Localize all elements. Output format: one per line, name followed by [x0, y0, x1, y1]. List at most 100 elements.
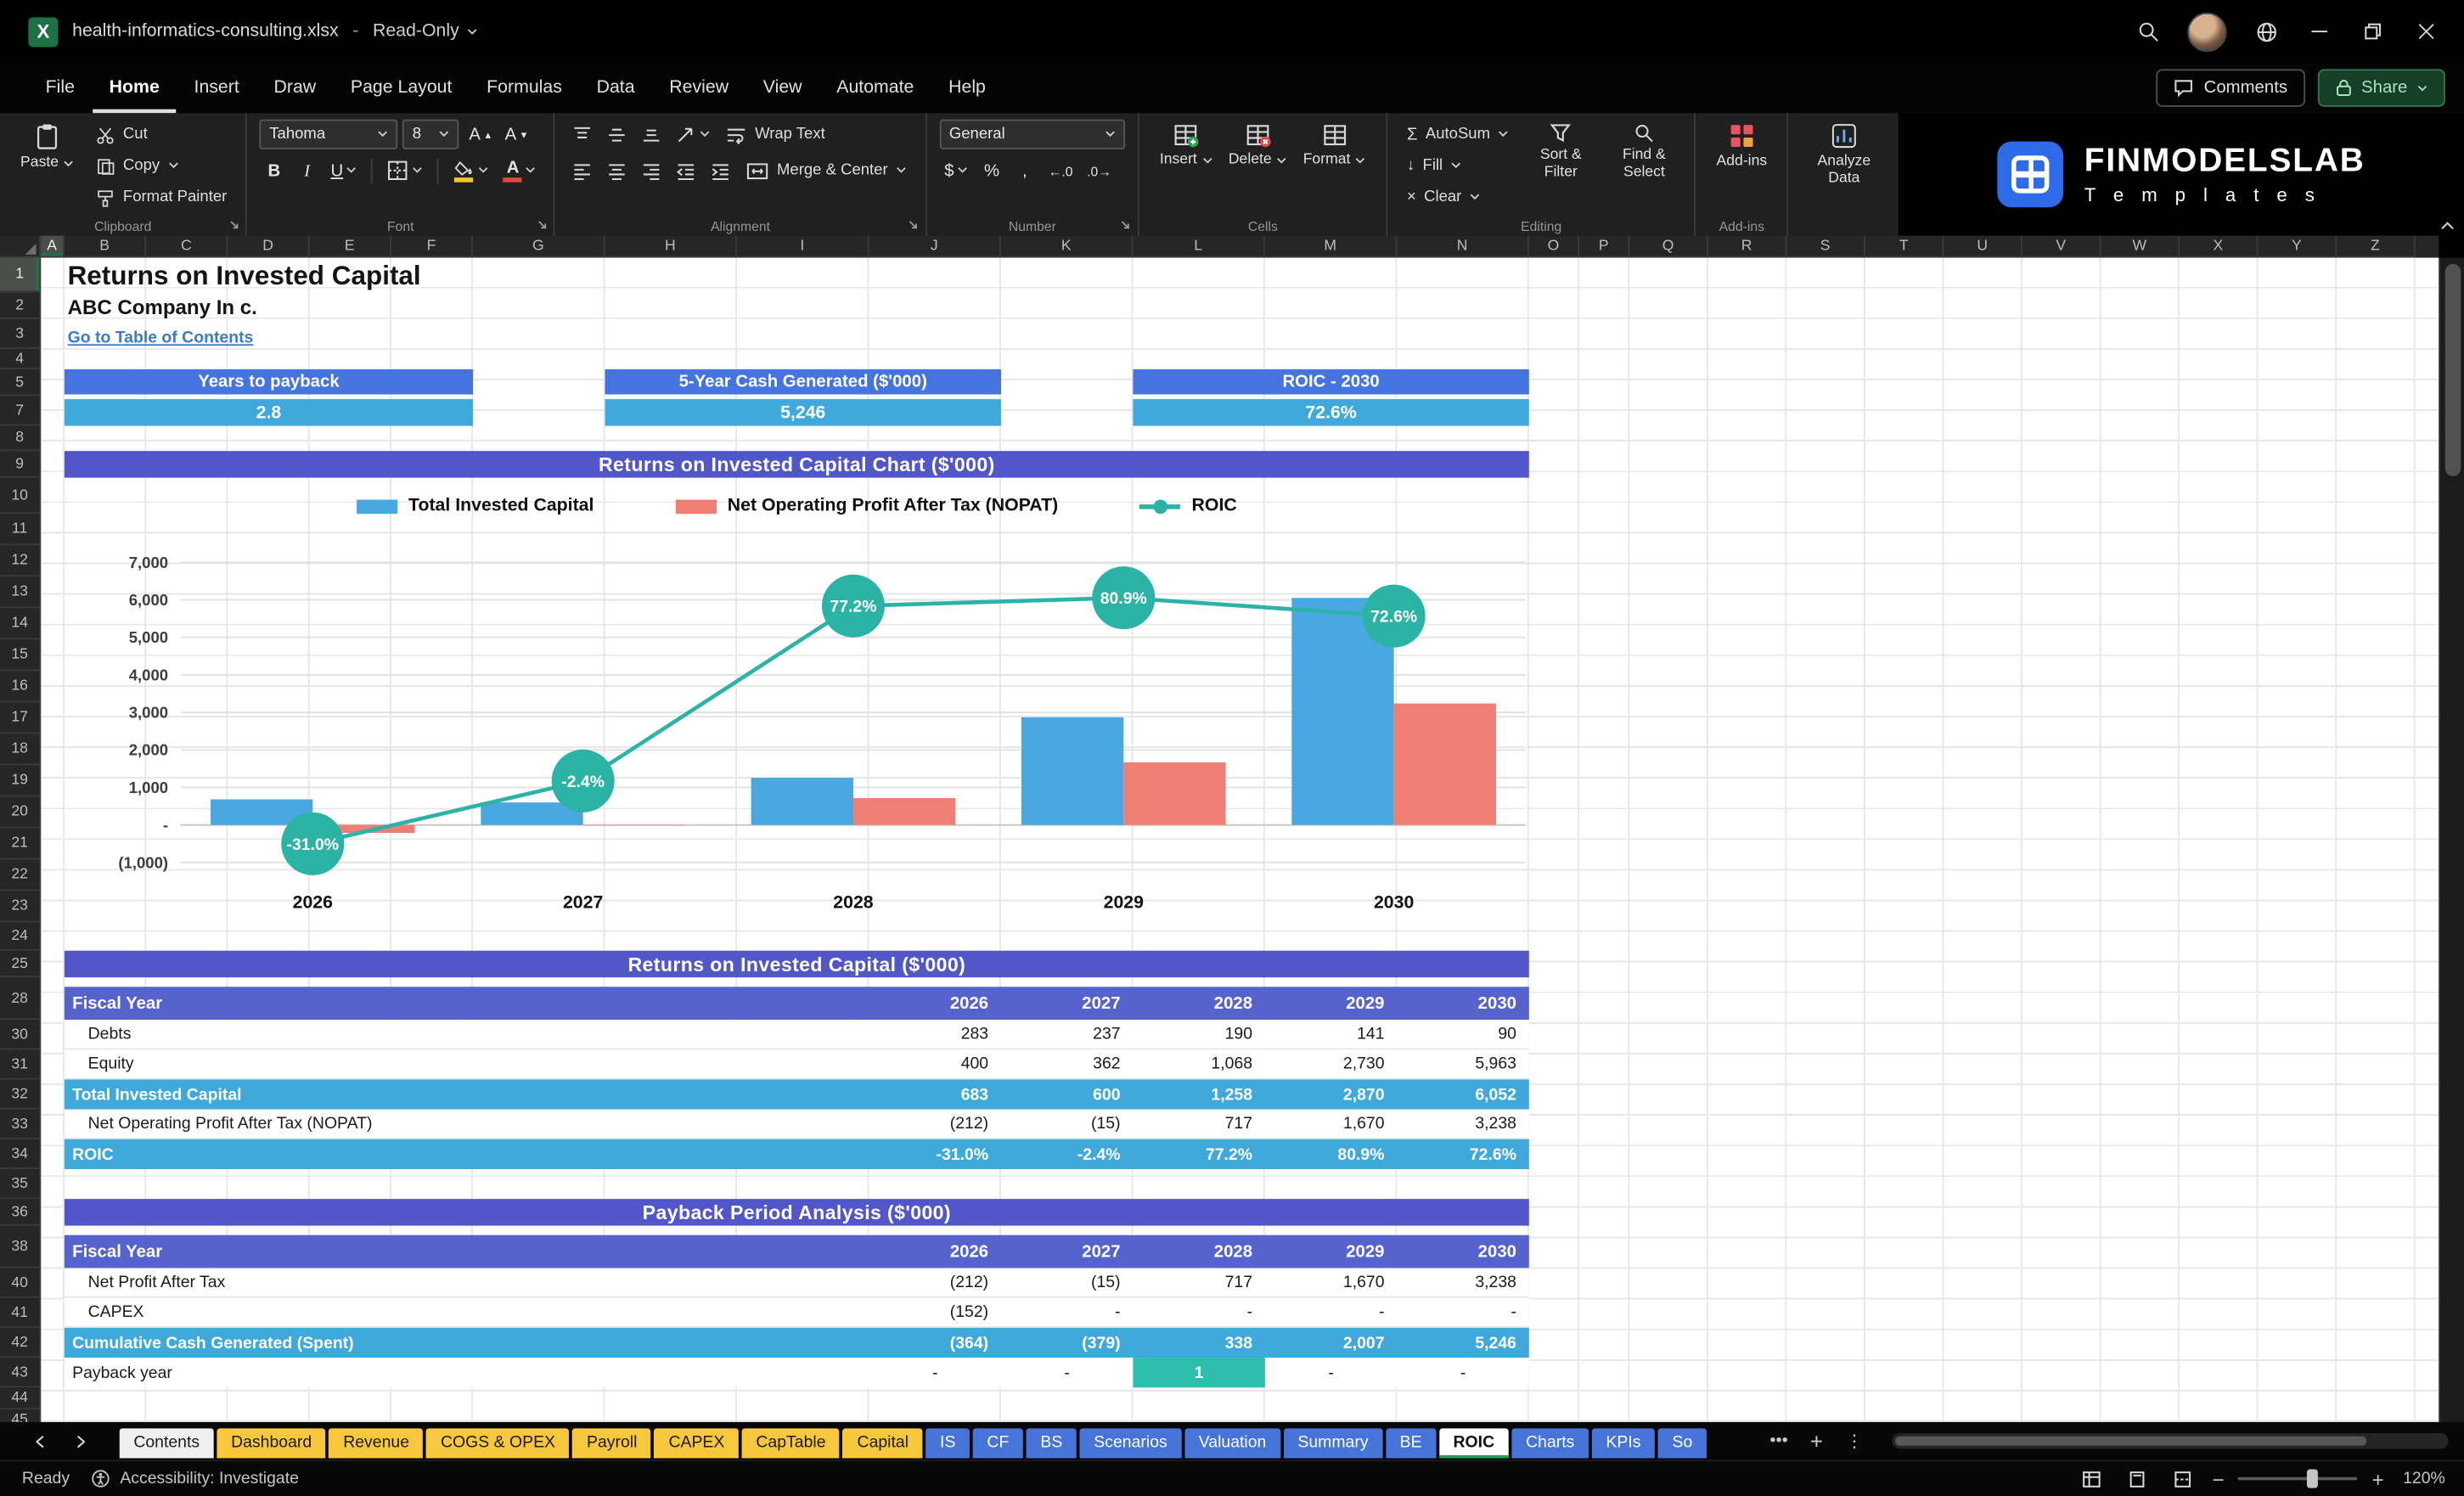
- row-header-7[interactable]: 7: [0, 396, 42, 426]
- sheet-tab-valuation[interactable]: Valuation: [1184, 1427, 1281, 1458]
- autosum-button[interactable]: Σ AutoSum: [1401, 120, 1516, 149]
- column-header-o[interactable]: O: [1528, 235, 1580, 258]
- sheet-tab-so[interactable]: So: [1657, 1427, 1707, 1458]
- sheet-tab-dashboard[interactable]: Dashboard: [217, 1427, 326, 1458]
- analyze-data-button[interactable]: Analyze Data: [1802, 120, 1887, 216]
- delete-cells-button[interactable]: Delete: [1221, 120, 1296, 216]
- currency-format-button[interactable]: $: [940, 155, 973, 185]
- italic-button[interactable]: I: [293, 155, 321, 185]
- align-right-button[interactable]: [637, 155, 667, 185]
- sheet-tab-capex[interactable]: CAPEX: [654, 1427, 740, 1458]
- search-button[interactable]: [2123, 8, 2173, 55]
- cut-button[interactable]: Cut: [90, 120, 233, 149]
- column-header-n[interactable]: N: [1397, 235, 1529, 258]
- font-dialog-launcher[interactable]: [533, 216, 550, 233]
- menu-tab-data[interactable]: Data: [579, 63, 652, 113]
- sheet-tab-cf[interactable]: CF: [972, 1427, 1023, 1458]
- close-button[interactable]: [2401, 8, 2451, 55]
- sheet-tab-cogs-opex[interactable]: COGS & OPEX: [426, 1427, 570, 1458]
- number-dialog-launcher[interactable]: [1117, 216, 1134, 233]
- zoom-slider[interactable]: [2238, 1469, 2358, 1489]
- zoom-level[interactable]: 120%: [2398, 1469, 2445, 1488]
- menu-tab-help[interactable]: Help: [931, 63, 1003, 113]
- row-header-14[interactable]: 14: [0, 608, 42, 640]
- row-header-36[interactable]: 36: [0, 1199, 42, 1226]
- row-header-28[interactable]: 28: [0, 977, 42, 1021]
- insert-cells-button[interactable]: Insert: [1152, 120, 1221, 216]
- row-header-43[interactable]: 43: [0, 1358, 42, 1388]
- page-layout-view-button[interactable]: [2121, 1463, 2152, 1494]
- sheet-tab-captable[interactable]: CapTable: [741, 1427, 841, 1458]
- row-header-15[interactable]: 15: [0, 639, 42, 672]
- fill-color-button[interactable]: [448, 155, 494, 185]
- sheet-tab-bs[interactable]: BS: [1026, 1427, 1077, 1458]
- restore-button[interactable]: [2348, 8, 2398, 55]
- row-header-38[interactable]: 38: [0, 1225, 42, 1268]
- vertical-scrollbar[interactable]: [2439, 257, 2464, 1422]
- column-header-a[interactable]: A: [41, 235, 65, 258]
- sheet-tab-roic[interactable]: ROIC: [1438, 1427, 1509, 1458]
- row-header-3[interactable]: 3: [0, 318, 42, 349]
- user-avatar[interactable]: [2187, 11, 2227, 52]
- row-header-2[interactable]: 2: [0, 292, 42, 319]
- normal-view-button[interactable]: [2076, 1463, 2107, 1494]
- column-header-e[interactable]: E: [309, 235, 391, 258]
- row-header-32[interactable]: 32: [0, 1079, 42, 1110]
- column-header-f[interactable]: F: [391, 235, 474, 258]
- menu-tab-draw[interactable]: Draw: [256, 63, 333, 113]
- align-bottom-button[interactable]: [637, 120, 667, 149]
- wrap-text-button[interactable]: Wrap Text: [720, 120, 831, 149]
- addins-button[interactable]: Add-ins: [1708, 120, 1775, 216]
- decrease-font-size-button[interactable]: A ▾: [500, 120, 532, 149]
- browser-mode-button[interactable]: [2241, 8, 2291, 55]
- sheet-tab-charts[interactable]: Charts: [1511, 1427, 1589, 1458]
- tabs-scroll-right-button[interactable]: [63, 1426, 98, 1457]
- column-header-h[interactable]: H: [605, 235, 738, 258]
- minimize-button[interactable]: [2294, 8, 2344, 55]
- menu-tab-automate[interactable]: Automate: [819, 63, 931, 113]
- clipboard-dialog-launcher[interactable]: [225, 216, 242, 233]
- column-header-q[interactable]: Q: [1629, 235, 1708, 258]
- row-header-5[interactable]: 5: [0, 368, 42, 396]
- decrease-decimal-button[interactable]: .0→: [1083, 155, 1117, 185]
- decrease-indent-button[interactable]: [672, 155, 701, 185]
- row-header-9[interactable]: 9: [0, 451, 42, 478]
- percent-format-button[interactable]: %: [977, 155, 1005, 185]
- row-header-25[interactable]: 25: [0, 950, 42, 978]
- sheet-tab-capital[interactable]: Capital: [842, 1427, 923, 1458]
- column-header-u[interactable]: U: [1944, 235, 2022, 258]
- share-button[interactable]: Share: [2317, 69, 2445, 107]
- comments-button[interactable]: Comments: [2157, 69, 2305, 107]
- tab-options-button[interactable]: ⋮: [1838, 1426, 1870, 1457]
- column-header-m[interactable]: M: [1264, 235, 1398, 258]
- row-header-33[interactable]: 33: [0, 1109, 42, 1139]
- read-only-dropdown[interactable]: Read-Only: [373, 22, 478, 41]
- column-header-j[interactable]: J: [869, 235, 1001, 258]
- increase-font-size-button[interactable]: A ▴: [464, 120, 496, 149]
- row-header-44[interactable]: 44: [0, 1387, 42, 1410]
- tabs-scroll-left-button[interactable]: [22, 1426, 57, 1457]
- sheet-tab-payroll[interactable]: Payroll: [572, 1427, 652, 1458]
- row-header-21[interactable]: 21: [0, 828, 42, 860]
- column-header-w[interactable]: W: [2101, 235, 2180, 258]
- accessibility-status[interactable]: Accessibility: Investigate: [92, 1469, 299, 1488]
- zoom-slider-thumb[interactable]: [2307, 1469, 2319, 1489]
- sheet-tab-revenue[interactable]: Revenue: [329, 1427, 424, 1458]
- align-left-button[interactable]: [568, 155, 598, 185]
- column-header-g[interactable]: G: [473, 235, 605, 258]
- column-header-c[interactable]: C: [146, 235, 228, 258]
- align-middle-button[interactable]: [603, 120, 633, 149]
- column-header-l[interactable]: L: [1133, 235, 1265, 258]
- column-header-s[interactable]: S: [1786, 235, 1865, 258]
- row-header-16[interactable]: 16: [0, 671, 42, 703]
- clear-button[interactable]: × Clear: [1401, 183, 1516, 212]
- bold-button[interactable]: B: [260, 155, 288, 185]
- row-header-18[interactable]: 18: [0, 734, 42, 766]
- column-header-i[interactable]: I: [737, 235, 869, 258]
- row-header-31[interactable]: 31: [0, 1049, 42, 1080]
- row-header-22[interactable]: 22: [0, 859, 42, 891]
- format-painter-button[interactable]: Format Painter: [90, 183, 233, 212]
- row-header-41[interactable]: 41: [0, 1297, 42, 1328]
- format-cells-button[interactable]: Format: [1295, 120, 1374, 216]
- column-header-x[interactable]: X: [2180, 235, 2259, 258]
